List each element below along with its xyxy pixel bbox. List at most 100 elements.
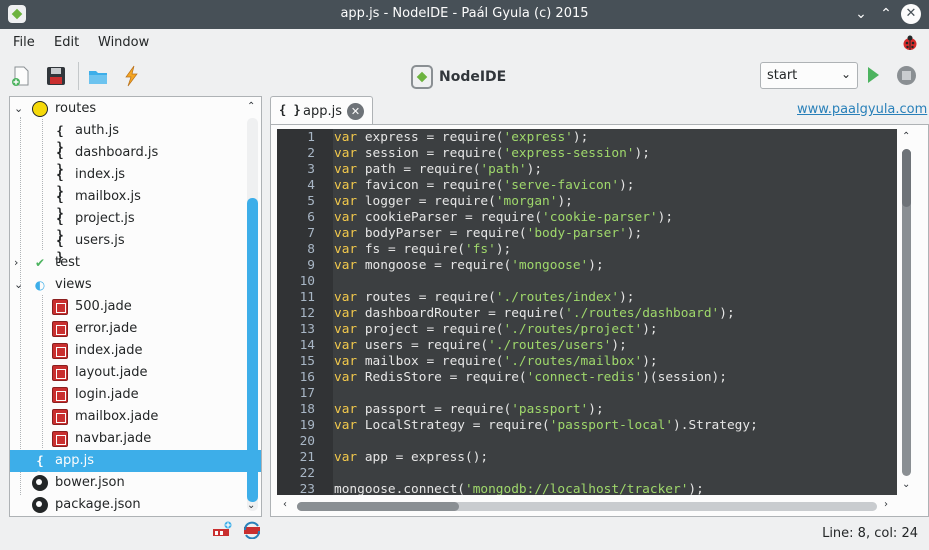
editor-scroll-up-icon[interactable]: ⌃	[902, 131, 910, 142]
code-token-post: );	[619, 178, 635, 193]
line-number: 10	[299, 274, 315, 289]
tree-item[interactable]: mailbox.jade	[10, 406, 261, 428]
code-token-kw: var	[334, 226, 358, 241]
play-icon[interactable]	[868, 67, 879, 83]
editor-scroll-left-icon[interactable]: ‹	[283, 499, 287, 510]
tree-item[interactable]: { } dashboard.js	[10, 142, 261, 176]
code-token-pre: express = require(	[357, 130, 504, 145]
project-tree[interactable]: ⌄ routes { } auth.js { } dashboard.js { } index…	[9, 96, 262, 517]
code-text: var LocalStrategy = require('passport-lo…	[334, 418, 758, 433]
code-token-pre: passport = require(	[357, 402, 512, 417]
chevron-down-icon[interactable]: ⌄	[14, 102, 24, 115]
tree-item-label: routes	[55, 101, 97, 116]
tree-item[interactable]: { } mailbox.js	[10, 186, 261, 220]
tree-item[interactable]: ⌄ routes	[10, 98, 261, 120]
lightning-icon[interactable]	[121, 65, 143, 87]
new-file-icon[interactable]	[10, 65, 32, 87]
code-token-pre: bodyParser = require(	[357, 226, 527, 241]
tree-scroll-down-icon[interactable]: ⌄	[247, 500, 255, 511]
tree-item-label: login.jade	[75, 387, 139, 402]
line-number: 21	[299, 450, 315, 465]
code-line: 4 var favicon = require('serve-favicon');	[277, 178, 897, 194]
editor-scroll-right-icon[interactable]: ›	[884, 499, 888, 510]
code-token-kw: var	[334, 290, 358, 305]
script-select[interactable]: start ⌄	[760, 62, 858, 89]
tree-item[interactable]: bower.json	[10, 472, 261, 494]
tree-item[interactable]: { } index.js	[10, 164, 261, 198]
editor-vertical-thumb[interactable]	[902, 149, 911, 207]
stop-icon[interactable]	[897, 66, 916, 85]
tree-scroll-thumb[interactable]	[247, 198, 258, 502]
editor-vertical-scrollbar[interactable]: ⌃ ⌄	[898, 129, 917, 495]
code-token-post: );	[688, 482, 704, 495]
tree-item[interactable]: › ✔ test	[10, 252, 261, 274]
code-line: 13 var project = require('./routes/projec…	[277, 322, 897, 338]
line-number: 13	[299, 322, 315, 337]
code-token-str: 'fs'	[465, 242, 496, 257]
code-token-pre: session = require(	[357, 146, 504, 161]
menu-window[interactable]: Window	[98, 35, 149, 50]
close-window-button[interactable]: ✕	[901, 4, 921, 24]
code-token-kw: var	[334, 370, 358, 385]
json-file-icon: { }	[56, 146, 64, 176]
editor-horizontal-scrollbar[interactable]: ‹ ›	[277, 497, 897, 516]
tree-item[interactable]: { } users.js	[10, 230, 261, 264]
code-text: var project = require('./routes/project'…	[334, 322, 658, 337]
code-token-pre: dashboardRouter = require(	[357, 306, 566, 321]
code-token-str: 'passport'	[511, 402, 589, 417]
minimize-button[interactable]: ⌄	[851, 4, 871, 24]
tree-item-label: index.js	[75, 167, 126, 182]
tree-item[interactable]: { } auth.js	[10, 120, 261, 154]
code-token-pre: cookieParser = require(	[357, 210, 543, 225]
toolbar-separator	[78, 62, 79, 90]
tree-item[interactable]: package.json	[10, 494, 261, 516]
open-folder-icon[interactable]	[87, 65, 109, 87]
code-token-str: 'body-parser'	[526, 226, 627, 241]
code-token-pre: mongoose.connect(	[334, 482, 465, 495]
tree-item[interactable]: 500.jade	[10, 296, 261, 318]
menu-file[interactable]: File	[13, 35, 35, 50]
tree-item[interactable]: login.jade	[10, 384, 261, 406]
editor-scroll-down-icon[interactable]: ⌄	[902, 479, 910, 490]
brand: NodeIDE	[411, 64, 506, 90]
tree-item[interactable]: ⌄ ◐ views	[10, 274, 261, 296]
tree-scrollbar[interactable]	[247, 118, 258, 511]
line-number: 9	[307, 258, 315, 273]
save-icon[interactable]	[45, 65, 67, 87]
line-number: 15	[299, 354, 315, 369]
code-text: var fs = require('fs');	[334, 242, 511, 257]
chevron-right-icon[interactable]: ›	[14, 256, 24, 269]
code-editor[interactable]: 1 var express = require('express'); 2 var s…	[277, 129, 897, 495]
tree-item[interactable]: layout.jade	[10, 362, 261, 384]
jade-file-icon	[52, 299, 68, 315]
menu-edit[interactable]: Edit	[54, 35, 79, 50]
tree-item[interactable]: navbar.jade	[10, 428, 261, 450]
tree-item[interactable]: error.jade	[10, 318, 261, 340]
code-token-str: 'morgan'	[495, 194, 558, 209]
code-token-pre: routes = require(	[357, 290, 496, 305]
jade-file-icon	[52, 409, 68, 425]
line-number: 1	[307, 130, 315, 145]
tree-item-label: error.jade	[75, 321, 138, 336]
code-line: 18 var passport = require('passport');	[277, 402, 897, 418]
code-token-kw: var	[334, 162, 358, 177]
code-token-post: );	[495, 242, 512, 257]
editor-horizontal-thumb[interactable]	[297, 502, 459, 511]
maximize-button[interactable]: ⌃	[876, 4, 896, 24]
line-number: 11	[299, 290, 315, 305]
tab-app-js[interactable]: { } app.js ✕	[270, 96, 373, 125]
author-website-link[interactable]: www.paalgyula.com	[797, 102, 927, 117]
line-number: 22	[299, 466, 315, 481]
json-file-icon: { }	[56, 212, 64, 242]
code-token-kw: var	[334, 354, 358, 369]
code-token-str: './routes/project'	[503, 322, 643, 337]
code-line: 17	[277, 386, 897, 402]
tree-scroll-up-icon[interactable]: ⌃	[247, 101, 255, 112]
close-tab-icon[interactable]: ✕	[347, 103, 364, 120]
ladybug-icon[interactable]	[901, 34, 919, 52]
chevron-down-icon[interactable]: ⌄	[14, 278, 24, 291]
tree-item[interactable]: index.jade	[10, 340, 261, 362]
tree-item[interactable]: { } app.js	[10, 450, 261, 484]
tree-item[interactable]: { } project.js	[10, 208, 261, 242]
code-text: var dashboardRouter = require('./routes/…	[334, 306, 735, 321]
